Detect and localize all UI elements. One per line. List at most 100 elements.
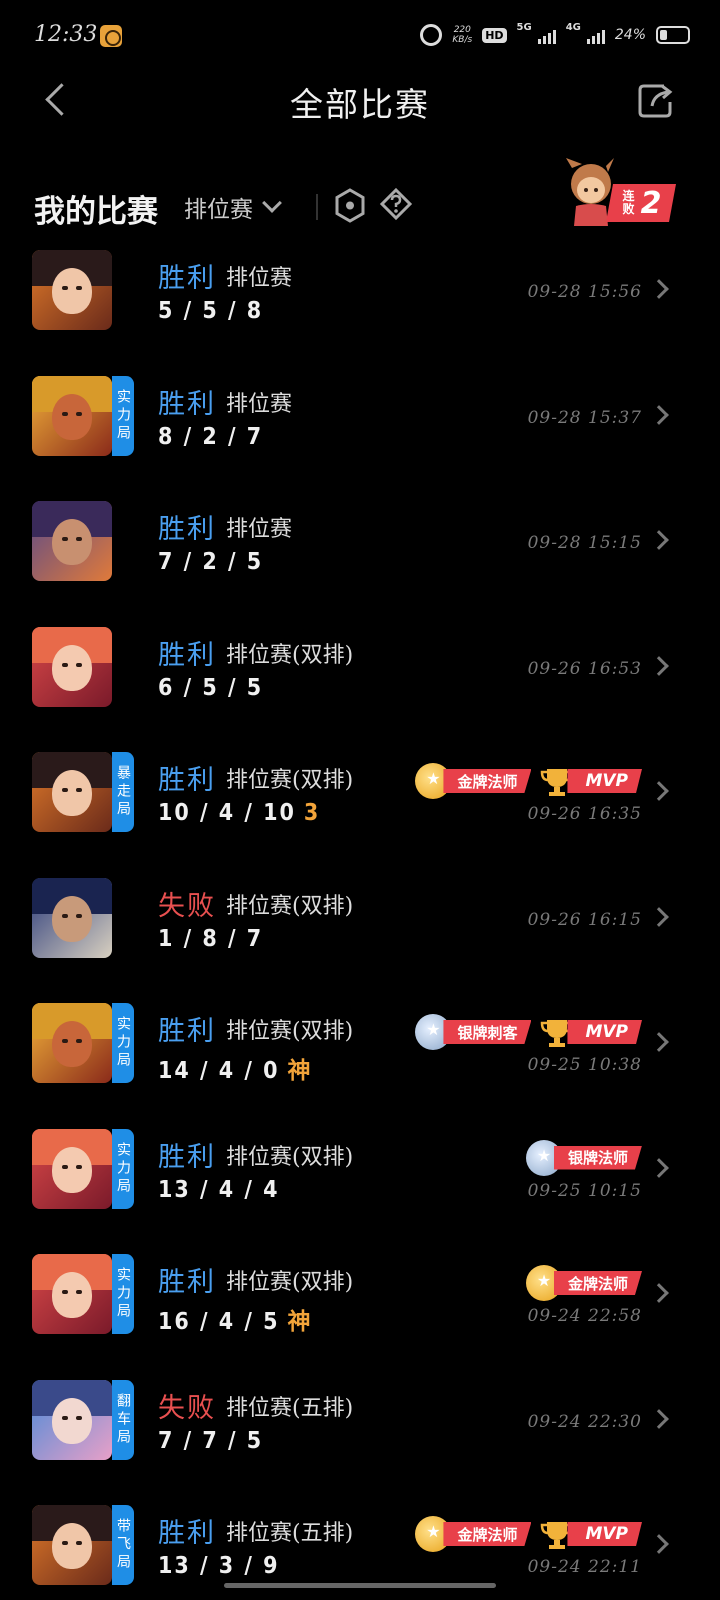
battery-percent: 24% — [614, 27, 646, 43]
match-time: 09-28 15:15 — [527, 533, 642, 553]
hexagon-icon — [335, 188, 365, 223]
hero-eye — [76, 1415, 82, 1420]
hero-eye — [76, 1039, 82, 1043]
hero-eye — [76, 913, 82, 918]
match-mode: 排位赛 — [226, 266, 293, 291]
match-result: 胜利 — [158, 263, 216, 294]
match-kda: 1 / 8 / 7 — [158, 926, 263, 952]
streak-badge[interactable]: 连败 2 — [558, 158, 676, 230]
match-tag-label: 实力局 — [115, 1141, 131, 1196]
hero-eye — [76, 1290, 82, 1294]
hero-face — [52, 519, 92, 565]
match-time: 09-24 22:58 — [527, 1306, 642, 1326]
match-tag: 实力局 — [112, 375, 134, 456]
chevron-right-icon — [649, 781, 669, 801]
match-row[interactable]: 胜利 排位赛 5 / 5 / 8 09-28 15:56 — [0, 250, 720, 376]
hero-eye — [62, 913, 68, 918]
kda-value: 13 / 4 / 4 — [158, 1176, 280, 1203]
hero-eye — [62, 1164, 68, 1169]
match-row[interactable]: 翻车局 失败 排位赛(五排) 7 / 7 / 5 09-24 22:30 — [0, 1379, 720, 1506]
match-result: 胜利 — [158, 765, 216, 796]
hero-eye — [76, 286, 82, 290]
match-row[interactable]: 实力局 胜利排位赛(双排) 14 / 4 / 0 神 银牌刺客 MVP 09-25 10:3… — [0, 1003, 720, 1129]
match-kda: 8 / 2 / 7 — [158, 424, 263, 450]
match-result: 胜利 — [158, 1267, 216, 1298]
hero-eye — [62, 537, 68, 541]
match-kda: 16 / 4 / 5 神 — [158, 1302, 313, 1336]
streak-label: 连败 — [622, 189, 635, 216]
match-time: 09-26 16:53 — [527, 658, 642, 679]
hero-eye — [76, 662, 82, 667]
match-kda: 13 / 4 / 4 — [158, 1177, 280, 1203]
hero-eye — [62, 411, 68, 416]
match-time: 09-28 15:37 — [527, 407, 642, 428]
filter-row: 我的比赛 排位赛 连败 2 — [0, 158, 720, 240]
kda-value: 1 / 8 / 7 — [158, 925, 264, 952]
match-mode: 排位赛(五排) — [226, 1395, 354, 1421]
match-list: 胜利 排位赛 5 / 5 / 8 09-28 15:56 实力局 胜利 排位赛 8 / 2 … — [0, 250, 720, 1600]
match-tag-label: 实力局 — [115, 388, 131, 443]
hero-eye — [62, 1541, 68, 1545]
help-button[interactable] — [378, 186, 414, 226]
section-title: 我的比赛 — [34, 194, 158, 230]
kda-value: 16 / 4 / 5 — [158, 1309, 280, 1335]
hero-eye — [76, 1541, 82, 1545]
battery-icon — [656, 26, 690, 44]
match-row[interactable]: 实力局 胜利排位赛(双排) 16 / 4 / 5 神 金牌法师 09-24 22:58 — [0, 1254, 720, 1380]
hero-face — [52, 1523, 92, 1569]
hero-face — [52, 644, 92, 691]
hero-eye — [62, 662, 68, 667]
match-mode: 排位赛(双排) — [226, 768, 354, 793]
hero-face — [52, 1397, 92, 1444]
hd-icon: HD — [482, 27, 507, 43]
match-tag-label: 实力局 — [115, 1267, 131, 1321]
match-badges: 银牌刺客 MVP — [415, 1014, 642, 1050]
mode-select[interactable]: 排位赛 — [184, 190, 282, 224]
badge-label: 金牌法师 — [443, 1522, 532, 1546]
hero-eye — [62, 1290, 68, 1294]
share-button[interactable] — [636, 80, 676, 120]
match-row[interactable]: 胜利 排位赛(双排) 6 / 5 / 5 09-26 16:53 — [0, 626, 720, 753]
match-kda: 7 / 7 / 5 — [158, 1428, 263, 1454]
app-notification-icon — [100, 25, 122, 47]
match-result: 失败 — [158, 1392, 216, 1424]
medal-badge: 银牌刺客 — [415, 1014, 532, 1050]
hero-avatar — [32, 1003, 112, 1083]
match-row[interactable]: 暴走局 胜利排位赛(双排) 10 / 4 / 10 3 金牌法师 MVP 09-26 16:… — [0, 752, 720, 878]
match-kda: 6 / 5 / 5 — [158, 675, 263, 701]
match-result: 胜利 — [158, 514, 216, 545]
match-mode: 排位赛(双排) — [226, 642, 354, 668]
match-row[interactable]: 实力局 胜利 排位赛 8 / 2 / 7 09-28 15:37 — [0, 375, 720, 502]
chevron-right-icon — [649, 1283, 669, 1303]
streak-label-box: 连败 2 — [606, 184, 676, 222]
match-result: 胜利 — [158, 1518, 216, 1549]
match-kda: 14 / 4 / 0 神 — [158, 1051, 313, 1085]
hero-avatar — [32, 1379, 112, 1460]
match-badges: 银牌法师 — [525, 1139, 642, 1176]
chevron-down-icon — [262, 193, 282, 213]
hero-eye — [76, 1164, 82, 1169]
status-bar: 12:33 220 KB/s HD 5G 4G 24% — [0, 0, 720, 72]
match-row[interactable]: 失败 排位赛(双排) 1 / 8 / 7 09-26 16:15 — [0, 877, 720, 1004]
badge-label: 银牌刺客 — [443, 1020, 532, 1044]
match-mode: 排位赛 — [226, 517, 293, 542]
home-indicator[interactable] — [224, 1583, 496, 1588]
match-tag: 实力局 — [112, 1128, 134, 1209]
net-4g-label: 4G — [565, 22, 581, 33]
hero-filter-button[interactable] — [332, 186, 368, 226]
match-row[interactable]: 实力局 胜利排位赛(双排) 13 / 4 / 4 银牌法师 09-25 10:15 — [0, 1128, 720, 1255]
match-time: 09-25 10:15 — [527, 1180, 642, 1201]
match-tag: 实力局 — [112, 1254, 134, 1334]
share-icon — [638, 84, 673, 118]
match-time: 09-26 16:15 — [527, 909, 642, 930]
kda-extra: 神 — [287, 1058, 313, 1084]
streak-count: 2 — [640, 185, 662, 221]
match-kda: 5 / 5 / 8 — [158, 298, 263, 324]
match-row[interactable]: 胜利 排位赛 7 / 2 / 5 09-28 15:15 — [0, 501, 720, 627]
page-title: 全部比赛 — [290, 85, 430, 124]
kda-value: 10 / 4 / 10 — [158, 800, 296, 826]
match-mode: 排位赛(五排) — [226, 1521, 354, 1546]
chevron-right-icon — [649, 279, 669, 299]
match-time: 09-26 16:35 — [527, 804, 642, 824]
match-time: 09-24 22:11 — [527, 1557, 642, 1577]
